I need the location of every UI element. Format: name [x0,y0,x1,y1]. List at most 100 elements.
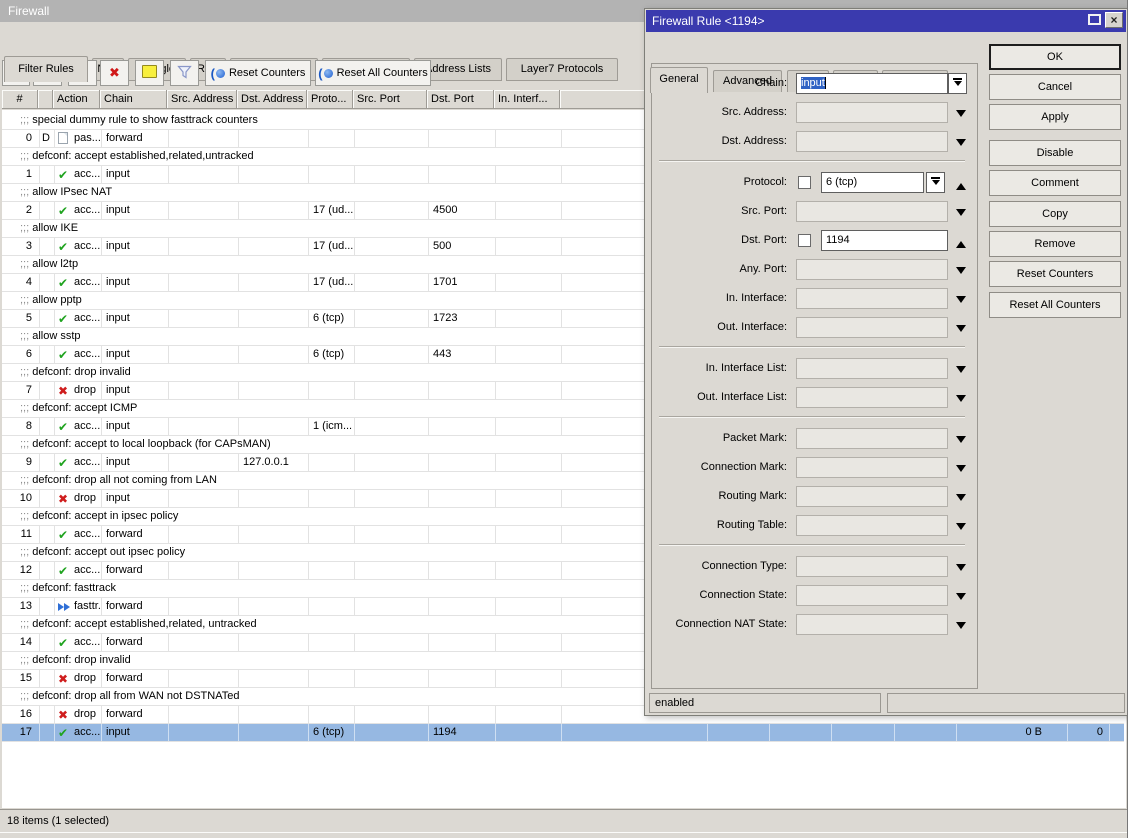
connection-nat-state-expand-arrow-icon[interactable] [956,622,966,634]
any-port-dropdown[interactable] [796,259,948,280]
column-header-src-port[interactable]: Src. Port [353,90,427,109]
grid-line [495,526,496,543]
src-port-dropdown[interactable] [796,201,948,222]
grid-line [238,130,239,147]
connection-mark-dropdown[interactable] [796,457,948,478]
cell-chain: input [106,724,167,741]
action-cross-icon: ✖ [58,492,72,509]
connection-state-expand-arrow-icon[interactable] [956,593,966,605]
chain-input[interactable]: input [796,73,948,94]
grid-line [54,346,55,363]
column-header-dst-port[interactable]: Dst. Port [427,90,494,109]
routing-table-dropdown[interactable] [796,515,948,536]
dst-address-dropdown[interactable] [796,131,948,152]
grid-line [354,634,355,651]
out-interface-dropdown[interactable] [796,317,948,338]
any-port-expand-arrow-icon[interactable] [956,267,966,279]
disable-button[interactable]: ✖ [100,60,129,86]
src-address-expand-arrow-icon[interactable] [956,110,966,122]
grid-line [428,706,429,723]
action-check-icon: ✔ [58,726,72,743]
connection-nat-state-dropdown[interactable] [796,614,948,635]
dialog-tab-general[interactable]: General [650,67,708,93]
comment-button[interactable]: Comment [989,170,1121,196]
in-interface-list-expand-arrow-icon[interactable] [956,366,966,378]
routing-table-expand-arrow-icon[interactable] [956,523,966,535]
grid-line [561,706,562,723]
column-header-dst-address[interactable]: Dst. Address [237,90,307,109]
dst-port-input[interactable]: 1194 [821,230,948,251]
grid-line [308,634,309,651]
column-header-chain[interactable]: Chain [100,90,167,109]
grid-line [168,238,169,255]
column-header-spacer[interactable]: # [2,90,38,109]
cell-chain: input [106,310,167,327]
packet-mark-dropdown[interactable] [796,428,948,449]
packet-mark-expand-arrow-icon[interactable] [956,436,966,448]
grid-line [54,562,55,579]
out-interface-expand-arrow-icon[interactable] [956,325,966,337]
src-port-expand-arrow-icon[interactable] [956,209,966,221]
src-address-dropdown[interactable] [796,102,948,123]
column-header-proto[interactable]: Proto... [307,90,353,109]
copy-button[interactable]: Copy [989,201,1121,227]
protocol-checkbox[interactable] [798,176,811,189]
in-interface-list-dropdown[interactable] [796,358,948,379]
remove-button[interactable]: Remove [989,231,1121,257]
grid-line [101,382,102,399]
protocol-collapse-arrow-icon[interactable] [956,178,966,190]
routing-mark-expand-arrow-icon[interactable] [956,494,966,506]
connection-type-dropdown[interactable] [796,556,948,577]
apply-button[interactable]: Apply [989,104,1121,130]
reset-all-counters-button[interactable]: (Reset All Counters [315,60,431,86]
in-interface-expand-arrow-icon[interactable] [956,296,966,308]
protocol-dropdown-button[interactable] [926,172,945,193]
action-check-icon: ✔ [58,168,72,185]
grid-line [495,346,496,363]
grid-line [168,382,169,399]
grid-line [561,490,562,507]
column-header-in-interf[interactable]: In. Interf... [494,90,560,109]
connection-type-expand-arrow-icon[interactable] [956,564,966,576]
grid-line [894,724,895,741]
cell-chain: input [106,346,167,363]
disable-button[interactable]: Disable [989,140,1121,166]
dst-port-collapse-arrow-icon[interactable] [956,236,966,248]
in-interface-dropdown[interactable] [796,288,948,309]
close-icon[interactable]: × [1105,12,1123,28]
comment-button[interactable] [135,60,164,86]
protocol-input[interactable]: 6 (tcp) [821,172,924,193]
cell-chain: input [106,238,167,255]
action-check-icon: ✔ [58,456,72,473]
group-separator [659,544,965,546]
column-header-action[interactable]: Action [53,90,100,109]
cell-n: 13 [2,598,32,615]
out-interface-list-dropdown[interactable] [796,387,948,408]
cancel-button[interactable]: Cancel [989,74,1121,100]
grid-line [495,490,496,507]
filter-button[interactable] [170,60,199,86]
reset-counters-button[interactable]: (Reset Counters [205,60,311,86]
grid-line [39,166,40,183]
dst-port-checkbox[interactable] [798,234,811,247]
connection-mark-expand-arrow-icon[interactable] [956,465,966,477]
reset-counters-button[interactable]: Reset Counters [989,261,1121,287]
grid-line [354,166,355,183]
maximize-icon[interactable] [1088,14,1101,25]
cell-chain: input [106,454,167,471]
dst-address-expand-arrow-icon[interactable] [956,139,966,151]
reset-all-counters-button[interactable]: Reset All Counters [989,292,1121,318]
grid-line [39,562,40,579]
connection-state-dropdown[interactable] [796,585,948,606]
cell-n: 7 [2,382,32,399]
table-row-selected[interactable]: 17acc...input6 (tcp)1194✔0 B0 [2,724,1124,742]
cell-action: acc... [74,562,100,579]
chain-dropdown-button[interactable] [948,73,967,94]
grid-line [428,274,429,291]
column-header-src-address[interactable]: Src. Address [167,90,237,109]
grid-line [39,274,40,291]
tab-filter-rules[interactable]: Filter Rules [4,56,88,82]
routing-mark-dropdown[interactable] [796,486,948,507]
ok-button[interactable]: OK [989,44,1121,70]
out-interface-list-expand-arrow-icon[interactable] [956,395,966,407]
